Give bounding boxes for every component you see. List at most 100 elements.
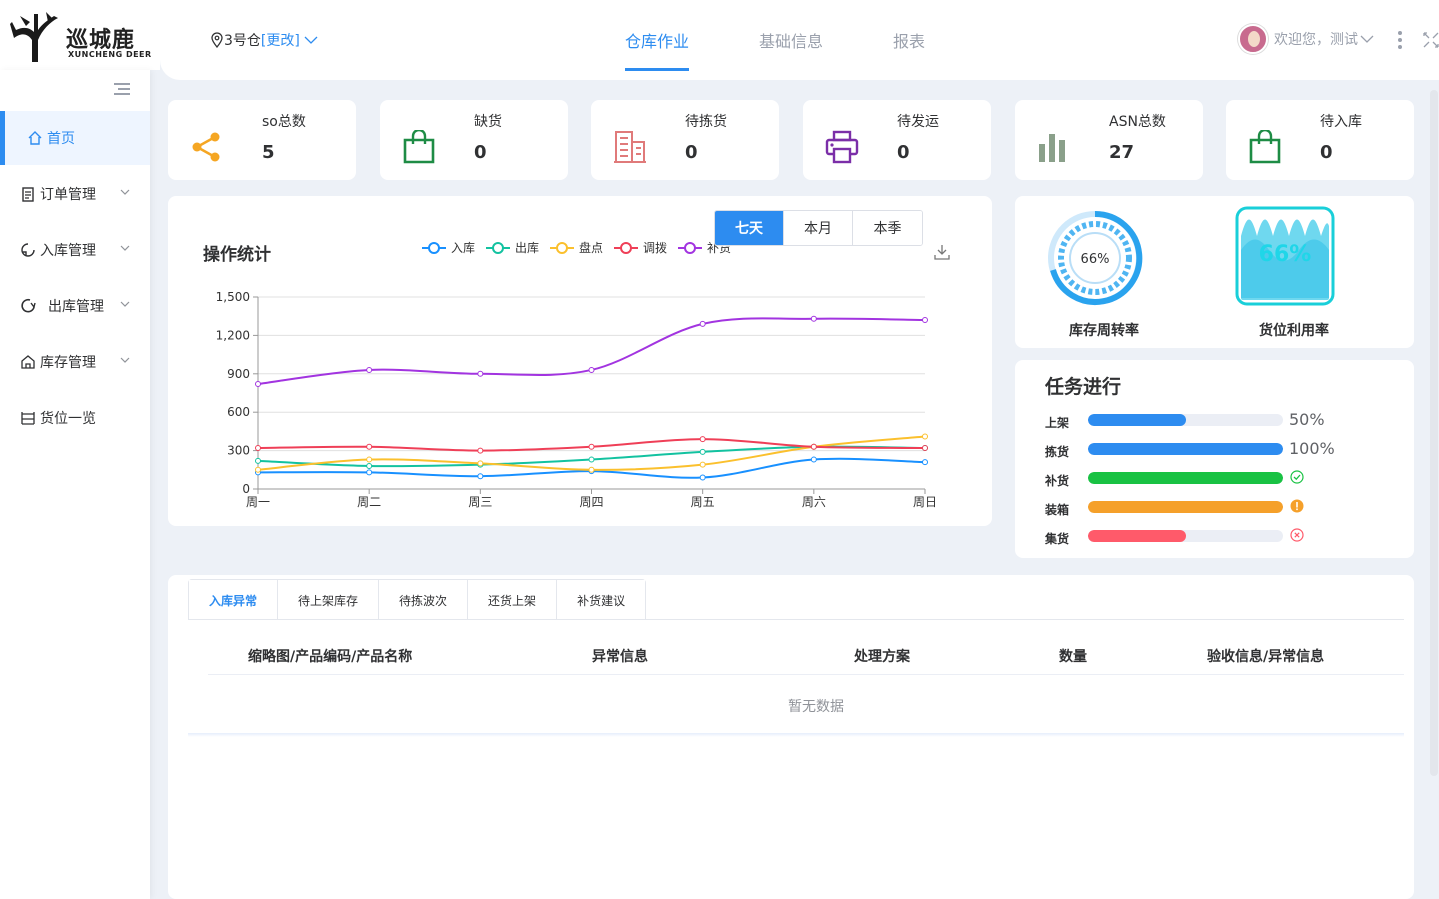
exception-table-panel: 入库异常 待上架库存 待拣波次 还货上架 补货建议 缩略图/产品编码/产品名称 … — [168, 575, 1414, 899]
tab-basic-info[interactable]: 基础信息 — [759, 28, 823, 52]
task-label: 补货 — [1045, 474, 1070, 488]
stat-card-so-total[interactable]: so总数 5 — [168, 100, 356, 180]
table-bottom-shadow — [188, 733, 1404, 737]
avatar — [1238, 24, 1268, 54]
stat-value: 0 — [1320, 142, 1333, 163]
task-row-putaway: 上架 50% — [1045, 410, 1385, 432]
tab-warehouse-ops[interactable]: 仓库作业 — [625, 28, 689, 52]
sidebar: 首页 订单管理 入库管理 出库管理 库存管理 货位一览 — [0, 70, 150, 899]
range-seven-days-button[interactable]: 七天 — [715, 211, 784, 245]
stat-card-shortage[interactable]: 缺货 0 — [380, 100, 568, 180]
tab-return-putaway[interactable]: 还货上架 — [468, 580, 558, 620]
y-tick-label: 1,500 — [216, 290, 250, 304]
y-tick-label: 1,200 — [216, 328, 250, 342]
tab-pending-pick-waves[interactable]: 待拣波次 — [379, 580, 469, 620]
sidebar-item-outbound[interactable]: 出库管理 — [0, 279, 150, 333]
progress-fill — [1088, 501, 1283, 513]
gauge-value: 66% — [1081, 252, 1110, 267]
printer-icon — [825, 130, 859, 164]
stat-value: 0 — [685, 142, 698, 163]
data-point — [810, 315, 817, 322]
data-point — [366, 443, 373, 450]
stat-card-asn-total[interactable]: ASN总数 27 — [1015, 100, 1203, 180]
success-icon — [1290, 470, 1304, 484]
data-point — [588, 466, 595, 473]
stat-label: 待入库 — [1320, 114, 1362, 130]
empty-state-text: 暂无数据 — [788, 699, 844, 715]
progress-fill — [1088, 414, 1186, 426]
data-point — [810, 456, 817, 463]
tab-inbound-exceptions[interactable]: 入库异常 — [189, 580, 279, 620]
sidebar-item-label: 货位一览 — [40, 411, 96, 427]
sidebar-item-locations[interactable]: 货位一览 — [0, 391, 150, 445]
data-point — [588, 366, 595, 373]
x-tick-label: 周一 — [246, 495, 270, 509]
range-month-button[interactable]: 本月 — [784, 211, 853, 245]
warehouse-selector[interactable]: 3号仓 [更改] — [210, 30, 318, 50]
tab-pending-putaway[interactable]: 待上架库存 — [278, 580, 380, 620]
shopping-bag-icon — [403, 130, 435, 164]
data-point — [477, 473, 484, 480]
y-tick-label: 0 — [242, 482, 250, 496]
home-icon — [28, 131, 42, 145]
stat-label: 待发运 — [897, 114, 939, 130]
tab-reports[interactable]: 报表 — [893, 28, 925, 52]
legend-label: 盘点 — [579, 240, 603, 255]
progress-track — [1088, 443, 1283, 455]
task-label: 集货 — [1045, 532, 1070, 546]
chevron-down-icon — [120, 357, 130, 363]
header-divider — [208, 674, 1404, 675]
column-header: 缩略图/产品编码/产品名称 — [248, 649, 413, 665]
sidebar-item-orders[interactable]: 订单管理 — [0, 167, 150, 221]
sidebar-item-inbound[interactable]: 入库管理 — [0, 223, 150, 277]
shelf-icon — [21, 412, 35, 425]
progress-percent: 100% — [1289, 439, 1335, 458]
gauge-value: 66% — [1259, 242, 1312, 267]
task-row-packing: 装箱 — [1045, 497, 1385, 519]
stat-value: 0 — [897, 142, 910, 163]
sidebar-item-label: 出库管理 — [48, 299, 104, 315]
change-warehouse-link[interactable]: [更改] — [261, 30, 300, 50]
y-tick-label: 900 — [227, 367, 250, 381]
data-point — [922, 445, 928, 452]
sidebar-item-label: 入库管理 — [40, 243, 96, 259]
operation-chart-panel: 0 300 600 900 1,200 1,500 周一 周二 周三 周四 周五 周六 周日 入库 出库 盘点… — [168, 196, 992, 526]
tab-replenish-suggestions[interactable]: 补货建议 — [557, 580, 646, 620]
page-scrollbar[interactable] — [1430, 90, 1438, 776]
fullscreen-icon[interactable] — [1423, 32, 1439, 48]
stat-label: ASN总数 — [1109, 114, 1166, 130]
task-progress-panel: 任务进行 上架 50% 拣货 100% 补货 装箱 集货 — [1015, 360, 1414, 558]
more-vertical-icon[interactable] — [1397, 30, 1403, 50]
data-point — [699, 320, 706, 327]
sidebar-item-home[interactable]: 首页 — [0, 111, 150, 165]
stat-value: 5 — [262, 142, 275, 163]
stat-card-to-pick[interactable]: 待拣货 0 — [591, 100, 779, 180]
sidebar-item-label: 库存管理 — [40, 355, 96, 371]
data-point — [366, 462, 373, 469]
task-label: 装箱 — [1045, 503, 1070, 517]
range-quarter-button[interactable]: 本季 — [853, 211, 922, 245]
stat-card-to-receive[interactable]: 待入库 0 — [1226, 100, 1414, 180]
gauge-label: 货位利用率 — [1259, 323, 1329, 339]
progress-fill — [1088, 443, 1283, 455]
bar-chart-icon — [1039, 134, 1065, 162]
legend-label: 出库 — [515, 240, 539, 255]
legend-label: 入库 — [451, 240, 475, 255]
data-point — [699, 448, 706, 455]
gauge-panel: 66% 库存周转率 66% 货位利用率 — [1015, 196, 1414, 348]
stat-card-to-ship[interactable]: 待发运 0 — [803, 100, 991, 180]
download-icon[interactable] — [934, 244, 950, 260]
user-greeting: 欢迎您，测试 — [1274, 32, 1358, 48]
chart-title: 操作统计 — [203, 245, 271, 265]
sidebar-item-inventory[interactable]: 库存管理 — [0, 335, 150, 389]
user-menu[interactable]: 欢迎您，测试 — [1238, 24, 1374, 54]
gauge-label: 库存周转率 — [1069, 323, 1139, 339]
menu-collapse-icon[interactable] — [114, 82, 130, 96]
top-header: 3号仓 [更改] 仓库作业 基础信息 报表 欢迎您，测试 — [160, 0, 1439, 80]
deer-logo-icon — [10, 12, 58, 62]
column-header: 异常信息 — [592, 649, 648, 665]
task-row-replenish: 补货 — [1045, 468, 1385, 490]
data-point — [699, 474, 706, 481]
legend-marker — [428, 242, 440, 254]
progress-track — [1088, 472, 1283, 484]
